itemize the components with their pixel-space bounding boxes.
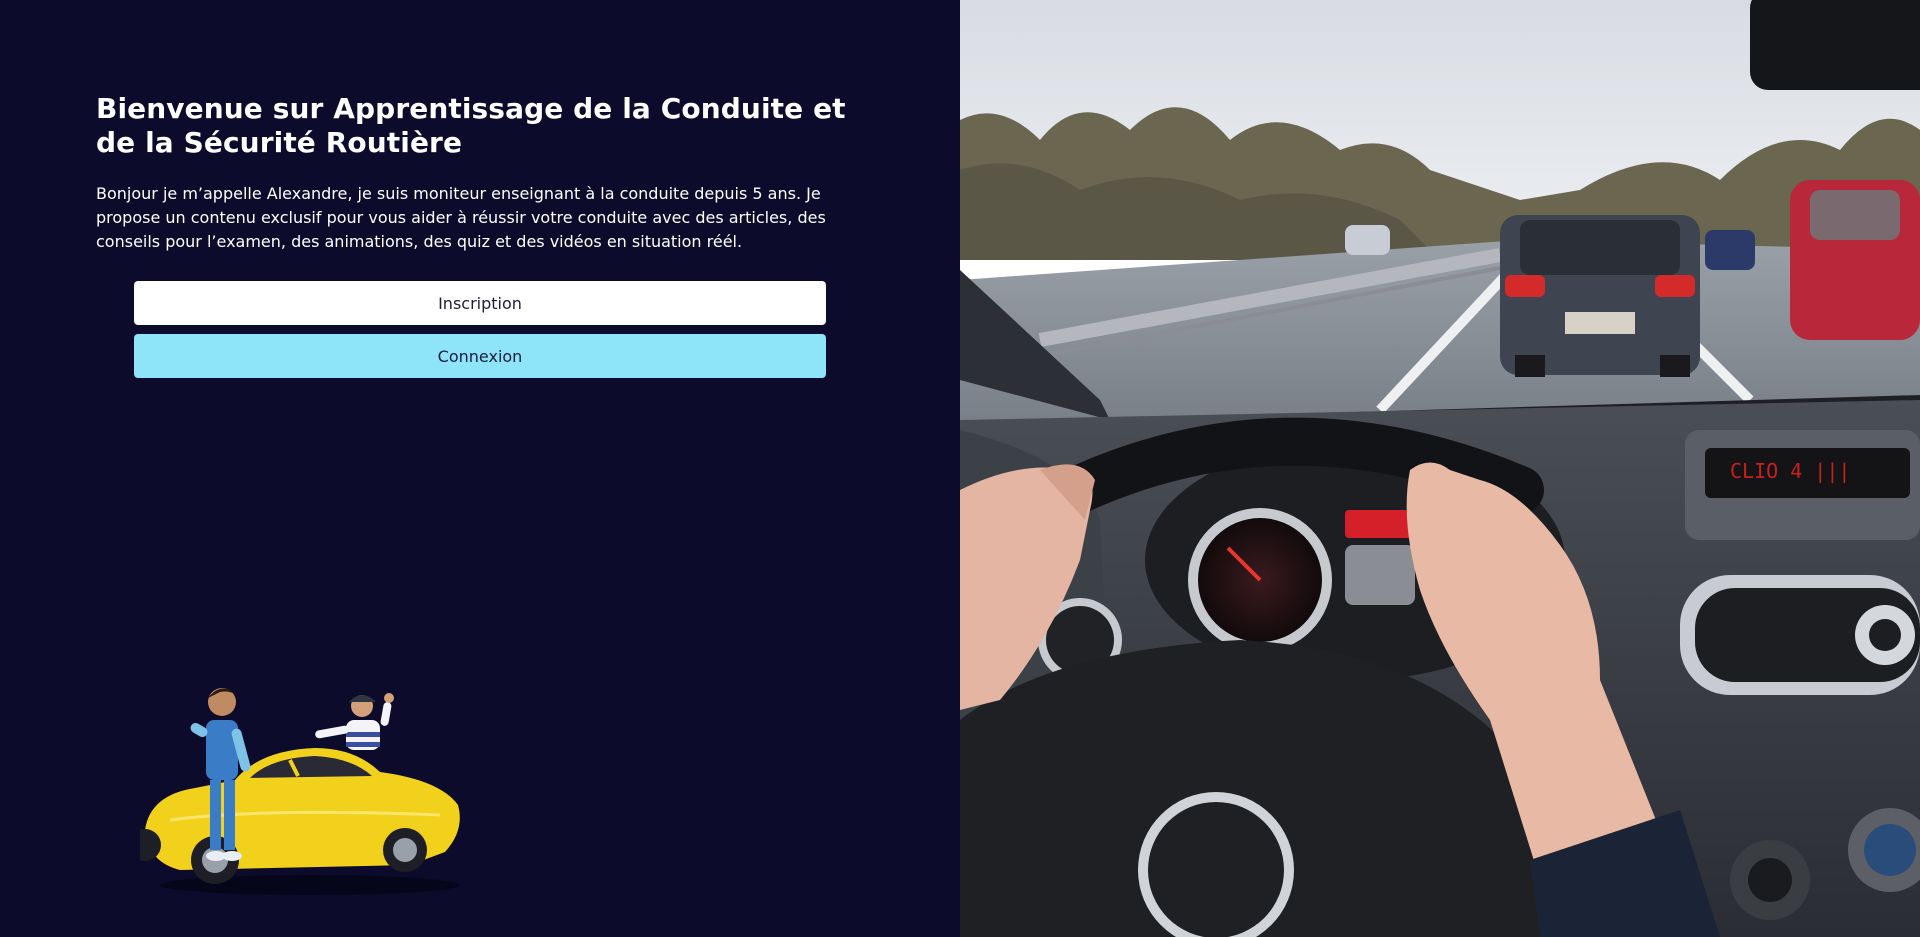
hero-image: CLIO 4 ||| xyxy=(960,0,1920,937)
svg-text:CLIO 4 |||: CLIO 4 ||| xyxy=(1730,459,1850,483)
landing-page: Bienvenue sur Apprentissage de la Condui… xyxy=(0,0,1920,937)
car-with-people-illustration xyxy=(140,688,460,895)
inscription-button[interactable]: Inscription xyxy=(134,281,826,325)
page-title: Bienvenue sur Apprentissage de la Condui… xyxy=(96,92,846,159)
welcome-panel: Bienvenue sur Apprentissage de la Condui… xyxy=(0,0,960,937)
connexion-button[interactable]: Connexion xyxy=(134,334,826,378)
intro-text: Bonjour je m’appelle Alexandre, je suis … xyxy=(96,184,826,251)
driving-photo: CLIO 4 ||| xyxy=(960,0,1920,937)
